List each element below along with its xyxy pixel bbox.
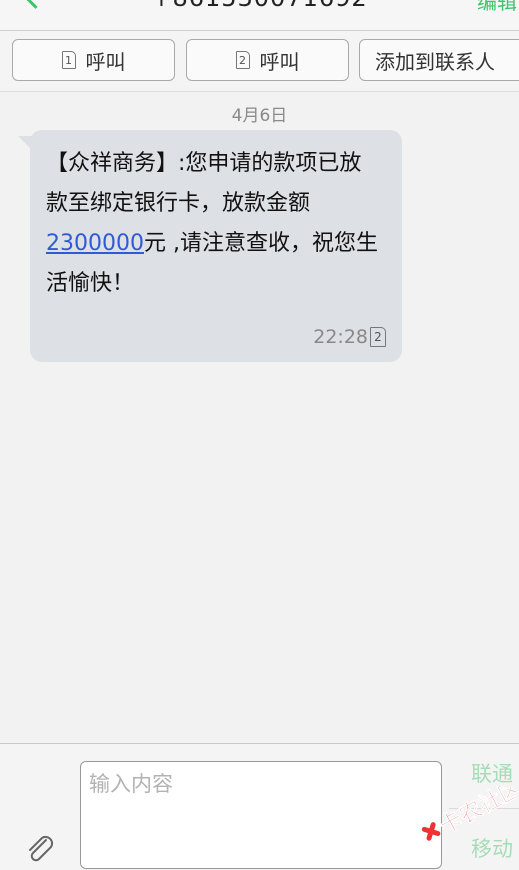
message-bubble[interactable]: 【众祥商务】:您申请的款项已放款至绑定银行卡，放款金额2300000元 ,请注意… — [30, 130, 402, 362]
message-text: 【众祥商务】:您申请的款项已放款至绑定银行卡，放款金额2300000元 ,请注意… — [46, 151, 378, 296]
message-input[interactable]: 输入内容 — [80, 761, 442, 869]
message-time: 22:28 — [313, 326, 368, 348]
message-thread[interactable]: 4月6日 【众祥商务】:您申请的款项已放款至绑定银行卡，放款金额2300000元… — [0, 92, 519, 742]
contact-action-bar: 1 呼叫 2 呼叫 添加到联系人 — [0, 31, 519, 92]
watermark-logo: 卡农社区 — [421, 786, 516, 841]
message-meta: 22:28 2 — [313, 326, 386, 348]
call-label: 呼叫 — [85, 49, 126, 74]
sim-card-icon: 1 — [61, 51, 76, 69]
sim-card-icon: 2 — [370, 327, 386, 347]
paperclip-icon[interactable] — [24, 834, 58, 864]
amount-link[interactable]: 2300000 — [46, 231, 144, 256]
add-to-contacts-label: 添加到联系人 — [375, 49, 495, 74]
edit-button[interactable]: 编辑 — [477, 0, 517, 15]
watermark-text: 卡农社区 — [436, 786, 516, 840]
sim-card-icon: 2 — [235, 51, 250, 69]
call-label: 呼叫 — [259, 49, 300, 74]
date-separator: 4月6日 — [231, 106, 288, 126]
navigation-bar: +861530071692 编辑 — [0, 0, 519, 31]
add-to-contacts-button[interactable]: 添加到联系人 — [359, 39, 519, 81]
message-input-placeholder: 输入内容 — [89, 772, 173, 796]
send-unicom-button[interactable]: 联通 — [471, 758, 513, 788]
contact-number-title: +861530071692 — [0, 0, 519, 12]
call-sim2-button[interactable]: 2 呼叫 — [186, 39, 349, 81]
call-sim1-button[interactable]: 1 呼叫 — [12, 39, 175, 81]
